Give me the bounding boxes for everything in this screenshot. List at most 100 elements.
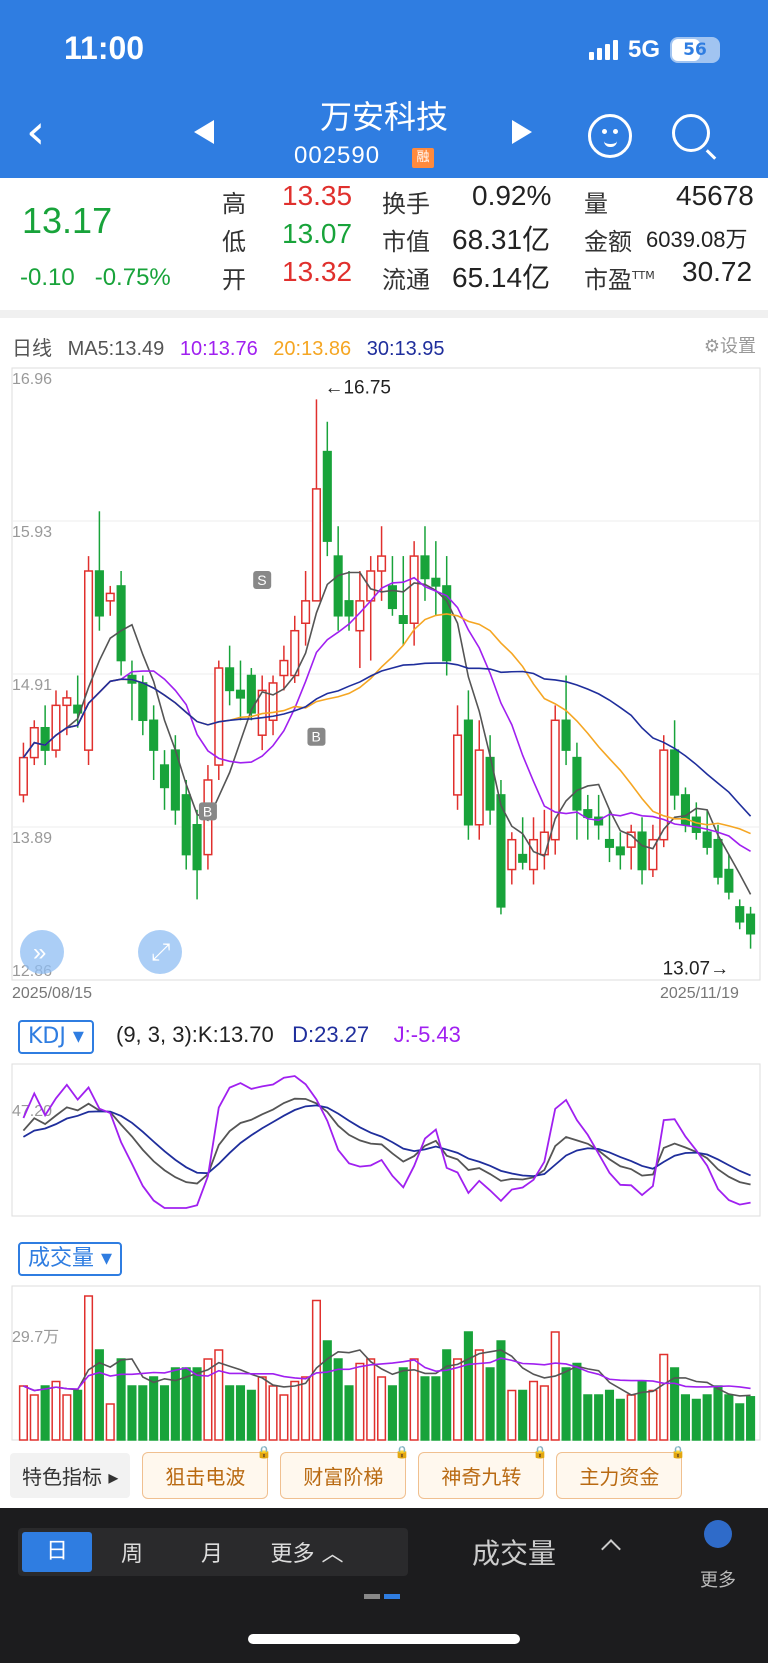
volume-bar	[51, 1380, 61, 1441]
volume-bar	[366, 1358, 376, 1441]
ma10-legend: 10:13.76	[179, 338, 258, 360]
candle-body	[344, 600, 354, 617]
candle-body	[615, 846, 625, 856]
volume-bar	[105, 1403, 115, 1441]
candle-body	[159, 764, 170, 789]
y-tick-label: 14.91	[12, 677, 52, 694]
tab-day[interactable]: 日	[22, 1532, 92, 1572]
volume-bar	[572, 1362, 582, 1441]
volume-selector[interactable]: 成交量 ▾	[18, 1242, 123, 1276]
candle-body	[18, 756, 28, 796]
chevron-up-icon[interactable]	[601, 1539, 621, 1559]
candle-body	[702, 831, 712, 848]
lock-icon: 🔒	[256, 1444, 272, 1459]
volume-bar	[561, 1367, 571, 1441]
trade-marker-label: S	[257, 572, 266, 588]
status-icons: 5G 56	[588, 36, 720, 64]
candlestick-chart[interactable]: 16.9615.9314.9113.8912.86←16.7513.07→SBB…	[0, 360, 768, 1000]
volume-bar	[73, 1389, 83, 1441]
volume-bar	[290, 1380, 300, 1441]
tool-nine[interactable]: 神奇九转 🔒	[418, 1445, 547, 1499]
candle-body	[387, 585, 397, 610]
volume-bar	[355, 1362, 365, 1441]
candle-body	[518, 853, 528, 863]
stock-name: 万安科技	[319, 98, 448, 136]
period-label: 日线	[12, 338, 52, 360]
signal-icon	[588, 40, 618, 60]
kdj-selector[interactable]: KDJ ▾	[18, 1020, 94, 1054]
pe-value: 30.72	[682, 256, 753, 287]
volume-bar	[18, 1385, 28, 1441]
candle-body	[409, 555, 419, 624]
settings-button[interactable]: ⚙设置	[704, 332, 756, 358]
candle-body	[583, 809, 593, 819]
x-end-label: 2025/11/19	[660, 985, 739, 1000]
candle-body	[561, 719, 571, 751]
volume-bar	[311, 1299, 322, 1441]
tab-more[interactable]: 更多 ︿	[252, 1536, 362, 1568]
next-stock-icon[interactable]	[512, 120, 532, 144]
candle-body	[83, 570, 94, 751]
candle-body	[604, 838, 615, 848]
volume-value: 45678	[676, 180, 754, 211]
candle-body	[452, 734, 463, 796]
volume-bar	[333, 1358, 343, 1441]
low-row: 低	[222, 228, 246, 256]
candle-body	[474, 749, 484, 826]
tool-capital[interactable]: 主力资金 🔒	[556, 1445, 685, 1499]
volume-bar	[746, 1396, 756, 1441]
search-icon[interactable]	[672, 114, 710, 152]
more-icon[interactable]	[704, 1520, 732, 1548]
volume-bar	[225, 1385, 235, 1441]
trade-marker-label: B	[311, 729, 320, 745]
candle-body	[105, 592, 115, 602]
volume-bar	[159, 1385, 170, 1441]
candle-body	[431, 577, 441, 587]
kdj-chart: 47.20	[11, 1063, 761, 1217]
quote-panel: 13.17 -0.10 -0.75% 高 13.35 低 13.07 开 13.…	[0, 178, 768, 318]
volume-bar	[680, 1394, 691, 1441]
volume-bar	[659, 1353, 669, 1441]
period-switcher: 日 周 月 更多 ︿	[18, 1528, 408, 1576]
volume-bar	[539, 1385, 549, 1441]
candle-body	[670, 749, 680, 796]
home-indicator	[248, 1634, 520, 1644]
volume-bar	[626, 1394, 636, 1441]
kdj-tick-label: 47.20	[12, 1103, 52, 1120]
lock-icon: 🔒	[670, 1444, 686, 1459]
candle-body	[463, 719, 473, 826]
volume-bar	[518, 1389, 528, 1441]
min-price-label: 13.07→	[663, 959, 730, 980]
volume-bar	[496, 1340, 506, 1441]
candle-body	[539, 831, 549, 856]
tool-wealth[interactable]: 财富阶梯 🔒	[280, 1445, 409, 1499]
feature-indicator-menu[interactable]: 特色指标 ▸	[10, 1452, 131, 1498]
price-change: -0.10 -0.75%	[20, 264, 171, 291]
candle-body	[724, 868, 734, 893]
ma5-line	[22, 571, 752, 895]
volume-bar	[431, 1376, 441, 1441]
volume-bar	[257, 1376, 267, 1441]
app-header: 11:00 5G 56 ‹ 万安科技 002590 融	[0, 0, 768, 178]
candle-body	[322, 450, 332, 542]
volume-bar	[235, 1385, 246, 1441]
tab-month[interactable]: 月	[172, 1536, 252, 1568]
candle-body	[246, 674, 256, 714]
assistant-icon[interactable]	[588, 114, 632, 158]
tab-week[interactable]: 周	[92, 1536, 172, 1568]
volume-bar	[702, 1394, 712, 1441]
indicator-select[interactable]: 成交量	[472, 1532, 556, 1572]
candle-body	[268, 682, 278, 722]
candle-body	[214, 667, 224, 766]
page-indicator	[364, 1594, 400, 1599]
y-tick-label: 16.96	[12, 371, 52, 388]
volume-label: 量	[584, 190, 608, 218]
tool-sniper[interactable]: 狙击电波 🔒	[142, 1445, 271, 1499]
volume-bar	[724, 1394, 734, 1441]
volume-bar	[485, 1367, 495, 1441]
volume-bar	[735, 1403, 745, 1441]
volume-bar	[594, 1394, 604, 1441]
volume-chart: 29.7万	[11, 1285, 761, 1441]
volume-bar	[615, 1398, 625, 1441]
more-label: 更多	[700, 1570, 736, 1591]
